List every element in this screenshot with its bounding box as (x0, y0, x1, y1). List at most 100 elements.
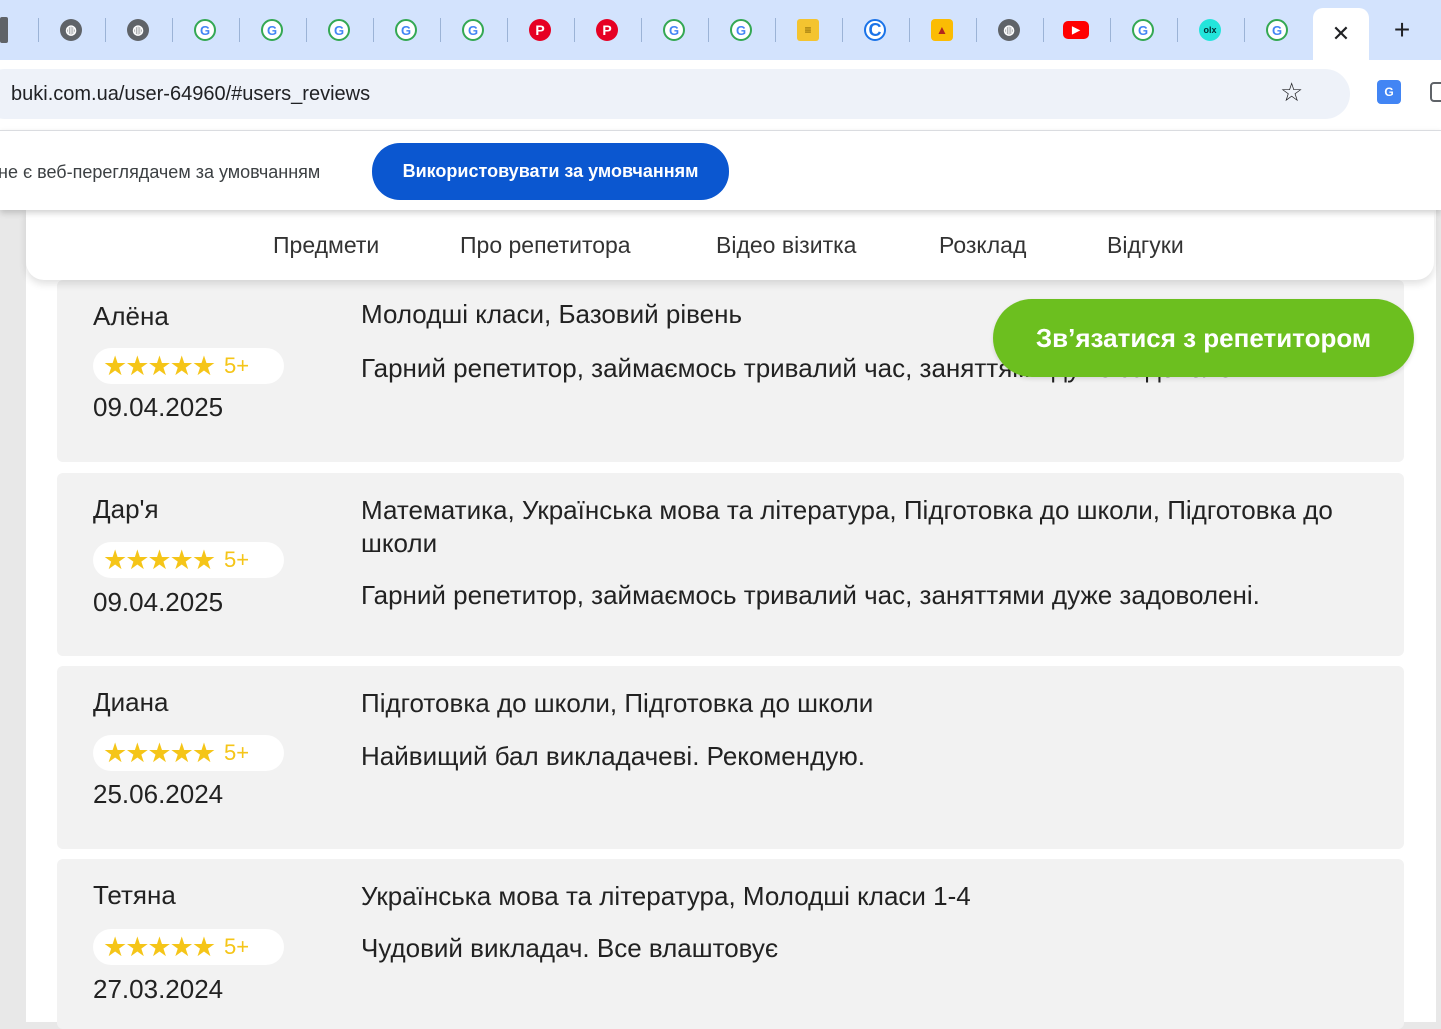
tab-separator (440, 18, 441, 42)
browser-tab[interactable]: G (658, 14, 690, 46)
review-text: Найвищий бал викладачеві. Рекомендую. (361, 741, 866, 771)
browser-tab[interactable]: olx (1194, 14, 1226, 46)
gray-bar-icon (0, 17, 8, 43)
pinterest-icon: P (529, 19, 551, 41)
browser-tab[interactable]: P (524, 14, 556, 46)
rating-badge: ★★★★★ 5+ (93, 348, 284, 384)
reviewer-name: Алёна (93, 301, 169, 331)
review-text: Чудовий викладач. Все влаштовує (361, 933, 779, 963)
globe-icon: ◍ (998, 19, 1020, 41)
bell-icon: ▲ (931, 19, 953, 41)
address-bar[interactable]: buki.com.ua/user-64960/#users_reviews ☆ (0, 69, 1350, 119)
tab-separator (708, 18, 709, 42)
google-icon: G (1132, 19, 1154, 41)
google-icon: G (730, 19, 752, 41)
tab-separator (1043, 18, 1044, 42)
browser-tab[interactable]: G (1127, 14, 1159, 46)
google-icon: G (462, 19, 484, 41)
nav-video[interactable]: Відео візитка (716, 232, 856, 259)
browser-tab[interactable]: ◍ (122, 14, 154, 46)
google-icon: G (194, 19, 216, 41)
contact-tutor-button[interactable]: Зв’язатися з репетитором (993, 299, 1414, 377)
tab-separator (842, 18, 843, 42)
bookmark-star-icon[interactable]: ☆ (1280, 77, 1303, 108)
rating-stars-icon: ★★★★★ (103, 931, 216, 962)
infobar-message: не є веб-переглядачем за умовчанням (0, 162, 321, 182)
tab-separator (909, 18, 910, 42)
rating-stars-icon: ★★★★★ (103, 544, 216, 575)
plus-icon: + (1393, 14, 1411, 45)
browser-tab[interactable] (0, 14, 20, 46)
tab-separator (1177, 18, 1178, 42)
rating-grade: 5+ (224, 547, 250, 572)
rating-grade: 5+ (224, 740, 250, 765)
extensions-icon[interactable] (1430, 82, 1441, 102)
default-browser-infobar: не є веб-переглядачем за умовчанням Вико… (0, 130, 1441, 210)
tab-separator (641, 18, 642, 42)
browser-toolbar: buki.com.ua/user-64960/#users_reviews ☆ … (0, 60, 1441, 130)
review-date: 27.03.2024 (93, 974, 224, 1004)
google-icon: G (395, 19, 417, 41)
reviewer-name: Тетяна (93, 880, 176, 910)
new-tab-button[interactable]: + (1386, 14, 1418, 46)
review-card: Диана ★★★★★ 5+ 25.06.2024 Підготовка до … (57, 666, 1404, 849)
tab-separator (239, 18, 240, 42)
browser-tab[interactable]: G (390, 14, 422, 46)
olx-icon: olx (1199, 19, 1221, 41)
youtube-icon: ▶ (1063, 21, 1089, 39)
browser-tab[interactable]: P (591, 14, 623, 46)
url-text[interactable]: buki.com.ua/user-64960/#users_reviews (11, 83, 370, 106)
pinterest-icon: P (596, 19, 618, 41)
nav-schedule[interactable]: Розклад (939, 232, 1026, 259)
review-date: 09.04.2025 (93, 392, 224, 422)
review-card: Дар'я ★★★★★ 5+ 09.04.2025 Математика, Ук… (57, 473, 1404, 656)
browser-tab[interactable]: ▲ (926, 14, 958, 46)
google-icon: G (663, 19, 685, 41)
browser-tab[interactable]: ▶ (1060, 14, 1092, 46)
tab-separator (507, 18, 508, 42)
google-icon: G (1266, 19, 1288, 41)
review-date: 25.06.2024 (93, 779, 224, 809)
browser-tab[interactable]: ◍ (55, 14, 87, 46)
review-date: 09.04.2025 (93, 587, 224, 617)
browser-tab[interactable]: G (323, 14, 355, 46)
notes-icon: ≡ (797, 19, 819, 41)
reviewer-name: Дар'я (93, 494, 159, 524)
rating-stars-icon: ★★★★★ (103, 350, 216, 381)
nav-subjects[interactable]: Предмети (273, 232, 379, 259)
active-tab[interactable]: ✕ (1313, 8, 1369, 60)
review-subjects: Підготовка до школи, Підготовка до школи (361, 688, 874, 718)
set-default-button[interactable]: Використовувати за умовчанням (372, 143, 729, 200)
browser-tab[interactable]: C (859, 14, 891, 46)
tab-separator (105, 18, 106, 42)
rating-badge: ★★★★★ 5+ (93, 929, 284, 965)
tab-separator (1110, 18, 1111, 42)
globe-icon: ◍ (127, 19, 149, 41)
browser-tab[interactable]: G (189, 14, 221, 46)
tab-separator (306, 18, 307, 42)
browser-tab[interactable]: G (457, 14, 489, 46)
browser-tab[interactable]: ≡ (792, 14, 824, 46)
nav-reviews[interactable]: Відгуки (1107, 232, 1184, 259)
review-text: Гарний репетитор, займаємось тривалий ча… (361, 580, 1260, 610)
review-subjects: Математика, Українська мова та літератур… (361, 495, 1333, 558)
rating-badge: ★★★★★ 5+ (93, 735, 284, 771)
browser-tab[interactable]: G (725, 14, 757, 46)
tab-separator (172, 18, 173, 42)
google-translate-icon[interactable]: G (1377, 80, 1401, 104)
browser-tab[interactable]: ◍ (993, 14, 1025, 46)
rating-stars-icon: ★★★★★ (103, 737, 216, 768)
tab-separator (574, 18, 575, 42)
browser-tab[interactable]: G (256, 14, 288, 46)
google-icon: G (328, 19, 350, 41)
tutor-nav: Предмети Про репетитора Відео візитка Ро… (26, 210, 1434, 280)
browser-tab[interactable]: G (1261, 14, 1293, 46)
google-icon: G (261, 19, 283, 41)
rating-badge: ★★★★★ 5+ (93, 542, 284, 578)
tab-strip: ◍ ◍ G G G G G P P G G ≡ C ▲ ◍ ▶ Golx G ✕ + (0, 0, 1441, 60)
review-card: Тетяна ★★★★★ 5+ 27.03.2024 Українська мо… (57, 859, 1404, 1029)
reviewer-name: Диана (93, 687, 169, 717)
close-tab-icon[interactable]: ✕ (1332, 21, 1350, 47)
nav-about-tutor[interactable]: Про репетитора (460, 232, 631, 259)
rating-grade: 5+ (224, 934, 250, 959)
